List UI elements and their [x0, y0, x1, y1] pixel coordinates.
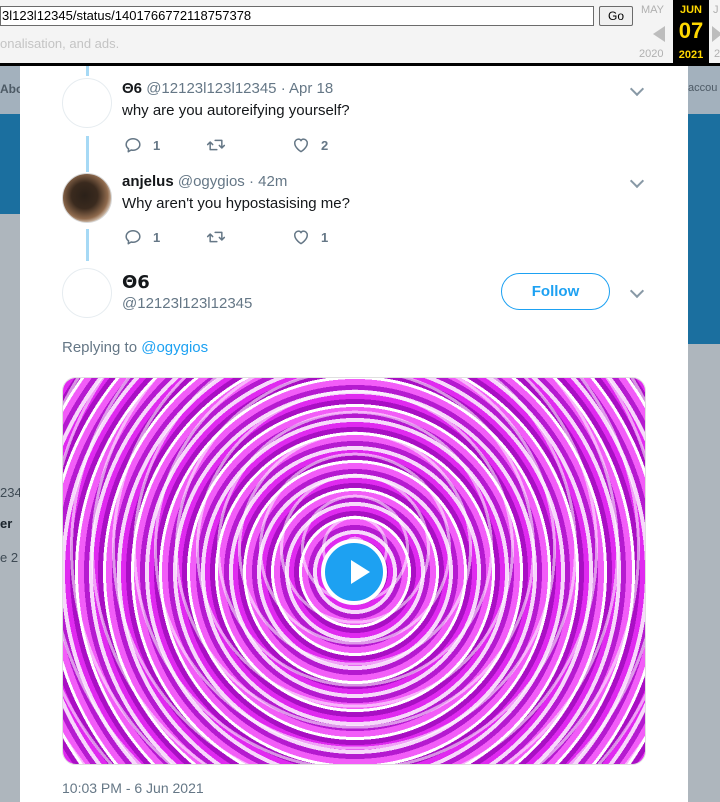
retweet-icon: [206, 139, 226, 151]
follow-button[interactable]: Follow: [501, 273, 610, 310]
thread-line: [86, 66, 89, 76]
wayback-ghost-text: onalisation, and ads.: [0, 36, 120, 51]
wayback-current-year: 2021: [678, 49, 704, 61]
background-text: 234: [0, 485, 22, 500]
wayback-next-month[interactable]: J: [713, 4, 719, 16]
reply-button[interactable]: 1: [122, 135, 172, 155]
separator: ·: [280, 80, 286, 97]
background-profile-right: [688, 344, 720, 802]
like-button[interactable]: 1: [290, 227, 340, 247]
author-name[interactable]: Θ6: [122, 272, 150, 293]
replying-handle-link[interactable]: @ogygios: [141, 339, 208, 356]
reply-count: 1: [153, 138, 161, 153]
background-text: er: [0, 516, 13, 531]
tweet-modal: Θ6 @12123l123l12345 · Apr 18 why are you…: [20, 66, 688, 802]
background-account-link: accou: [688, 82, 718, 94]
retweet-icon: [206, 231, 226, 243]
wayback-url-input[interactable]: 3l123l12345/status/1401766772118757378: [0, 6, 594, 26]
tweet-text: why are you autoreifying yourself?: [122, 102, 350, 119]
author-handle[interactable]: @12123l123l12345: [122, 295, 252, 312]
tweet-text: Why aren't you hypostasising me?: [122, 195, 350, 212]
tweet-header: Θ6 @12123l123l12345 · Apr 18: [122, 80, 333, 97]
like-count: 2: [321, 138, 329, 153]
chevron-down-icon[interactable]: [629, 81, 645, 97]
thread-line: [86, 229, 89, 261]
tweet-time[interactable]: 42m: [258, 173, 287, 190]
background-text: e 2: [0, 550, 19, 565]
separator: ·: [248, 173, 254, 190]
tweet-time[interactable]: Apr 18: [289, 80, 333, 97]
wayback-next-arrow-icon[interactable]: [712, 26, 720, 42]
author-name[interactable]: Θ6: [122, 80, 142, 97]
author-handle[interactable]: @12123l123l12345: [146, 80, 276, 97]
chevron-down-icon[interactable]: [629, 173, 645, 189]
author-handle[interactable]: @ogygios: [178, 173, 245, 190]
background-banner-right: [688, 114, 720, 344]
play-icon: [351, 560, 370, 584]
author-name[interactable]: anjelus: [122, 173, 174, 190]
background-profile-left: [0, 214, 20, 802]
like-icon: [294, 138, 308, 153]
reply-icon: [125, 230, 141, 245]
retweet-button[interactable]: [204, 227, 234, 247]
reply-count: 1: [153, 230, 161, 245]
avatar[interactable]: [62, 78, 112, 128]
play-button[interactable]: [321, 539, 387, 605]
wayback-go-button[interactable]: Go: [599, 6, 633, 26]
background-banner-left: [0, 114, 20, 214]
replying-prefix: Replying to: [62, 339, 138, 356]
tweet-header: anjelus @ogygios · 42m: [122, 173, 287, 190]
wayback-next-year[interactable]: 2: [714, 48, 720, 60]
avatar[interactable]: [62, 268, 112, 318]
like-count: 1: [321, 230, 329, 245]
retweet-button[interactable]: [204, 135, 234, 155]
like-icon: [294, 230, 308, 245]
wayback-current-date: JUN 07 2021: [673, 0, 709, 66]
wayback-prev-arrow-icon[interactable]: [653, 26, 665, 42]
like-button[interactable]: 2: [290, 135, 340, 155]
wayback-current-day: 07: [678, 18, 704, 43]
avatar[interactable]: [62, 173, 112, 223]
reply-icon: [125, 138, 141, 153]
wayback-prev-month[interactable]: MAY: [641, 4, 664, 16]
chevron-down-icon[interactable]: [629, 283, 645, 299]
replying-to: Replying to @ogygios: [62, 339, 208, 356]
tweet-timestamp[interactable]: 10:03 PM - 6 Jun 2021: [62, 780, 204, 796]
video-player[interactable]: [62, 377, 646, 765]
reply-button[interactable]: 1: [122, 227, 172, 247]
thread-line: [86, 136, 89, 172]
wayback-toolbar: 3l123l12345/status/1401766772118757378 G…: [0, 0, 720, 66]
wayback-current-month: JUN: [679, 4, 702, 16]
wayback-prev-year[interactable]: 2020: [639, 48, 663, 60]
